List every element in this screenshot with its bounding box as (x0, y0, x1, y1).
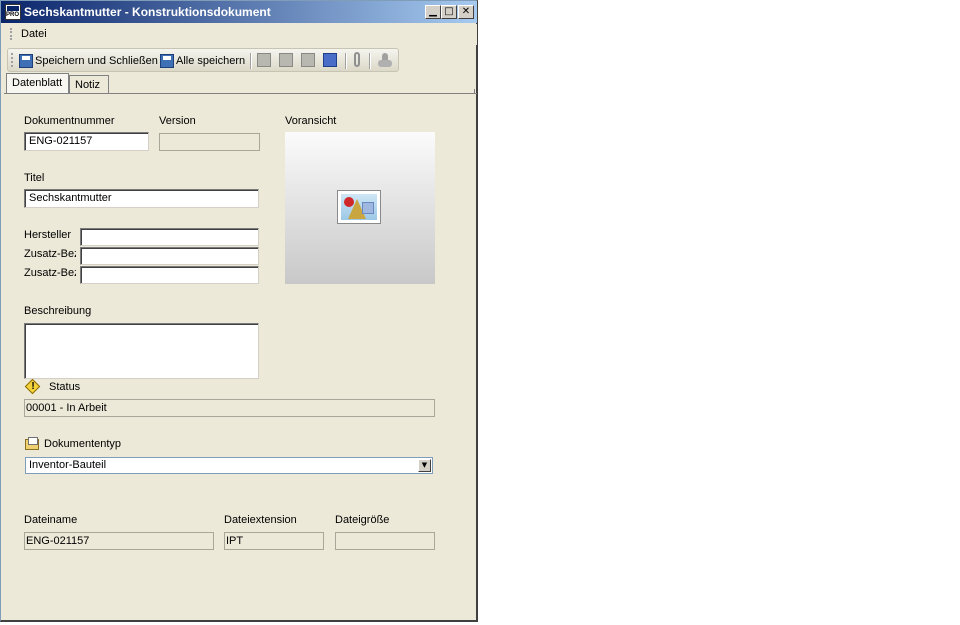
attachment-icon[interactable] (354, 52, 360, 67)
extension-label: Dateiextension (224, 514, 297, 526)
app-icon[interactable]: PRO (5, 4, 21, 20)
tab-divider (4, 93, 477, 94)
filename-label: Dateiname (24, 514, 78, 526)
manufacturer-label: Hersteller (24, 229, 72, 241)
status-field: 00001 - In Arbeit (24, 399, 435, 417)
menu-grip-icon[interactable] (10, 28, 15, 40)
save-close-label: Speichern und Schließen (35, 55, 158, 67)
save-all-label: Alle speichern (176, 55, 246, 67)
tab-notiz[interactable]: Notiz (69, 75, 109, 94)
save-all-button[interactable]: Alle speichern (160, 52, 245, 70)
document-number-label: Dokumentnummer (24, 115, 115, 127)
title-bar[interactable]: PRO Sechskantmutter - Konstruktionsdokum… (1, 1, 477, 23)
document-type-icon (25, 437, 40, 451)
title-input[interactable]: Sechskantmutter (24, 189, 259, 208)
undo-checkout-icon[interactable] (301, 53, 315, 67)
extra-designation-1-label: Zusatz-Bez (24, 248, 76, 260)
extra-designation-2-label: Zusatz-Bez (24, 267, 76, 279)
checkout-icon[interactable] (257, 53, 271, 67)
warning-icon: ! (24, 378, 41, 395)
document-type-icon-front (28, 437, 38, 445)
checkin-icon[interactable] (279, 53, 293, 67)
close-button[interactable]: ✕ (458, 5, 474, 19)
app-icon-bar (7, 6, 19, 11)
document-number-input[interactable]: ENG-021157 (24, 132, 149, 151)
description-label: Beschreibung (24, 305, 92, 317)
toolbar-grip-icon[interactable] (11, 53, 16, 67)
title-label: Titel (24, 172, 45, 184)
filesize-label: Dateigröße (335, 514, 390, 526)
document-type-select[interactable]: Inventor-Bauteil ▼ (25, 457, 433, 474)
image-placeholder-icon (337, 190, 381, 224)
menu-item-datei[interactable]: Datei (21, 28, 47, 40)
minimize-button[interactable]: ▁ (425, 5, 441, 19)
menu-bar: Datei (1, 24, 477, 45)
filesize-field (335, 532, 435, 550)
stamp-icon-handle (382, 53, 388, 60)
document-type-label: Dokumententyp (44, 438, 122, 450)
app-icon-label: PRO (6, 12, 20, 18)
version-field (159, 133, 260, 151)
toolbar-separator (369, 53, 371, 69)
extra-designation-1-input[interactable] (80, 247, 259, 265)
status-label: Status (49, 381, 81, 393)
stamp-icon[interactable] (377, 53, 393, 68)
toolbar-separator (345, 53, 347, 69)
stamp-icon-base (378, 60, 392, 67)
chevron-down-icon[interactable]: ▼ (418, 459, 431, 472)
extra-designation-2-input[interactable] (80, 266, 259, 284)
resize-corner (470, 89, 475, 94)
maximize-button[interactable]: □ (441, 5, 457, 19)
save-close-button[interactable]: Speichern und Schließen (19, 52, 158, 70)
description-textarea[interactable] (24, 323, 259, 379)
disk-icon[interactable] (323, 53, 337, 67)
image-placeholder-ball (344, 197, 354, 207)
manufacturer-input[interactable] (80, 228, 259, 246)
document-type-value: Inventor-Bauteil (29, 459, 107, 471)
window-title: Sechskantmutter - Konstruktionsdokument (24, 5, 271, 19)
version-label: Version (159, 115, 196, 127)
extension-field: IPT (224, 532, 324, 550)
preview-pane[interactable] (285, 132, 435, 284)
tab-datenblatt[interactable]: Datenblatt (6, 73, 69, 94)
toolbar: Speichern und Schließen Alle speichern (7, 48, 399, 72)
save-all-icon (160, 54, 174, 68)
filename-field: ENG-021157 (24, 532, 214, 550)
document-window: PRO Sechskantmutter - Konstruktionsdokum… (0, 0, 478, 622)
image-placeholder-box (362, 202, 374, 214)
save-icon (19, 54, 33, 68)
toolbar-separator (250, 53, 252, 69)
warning-icon-mark: ! (31, 381, 35, 392)
preview-label: Voransicht (285, 115, 337, 127)
